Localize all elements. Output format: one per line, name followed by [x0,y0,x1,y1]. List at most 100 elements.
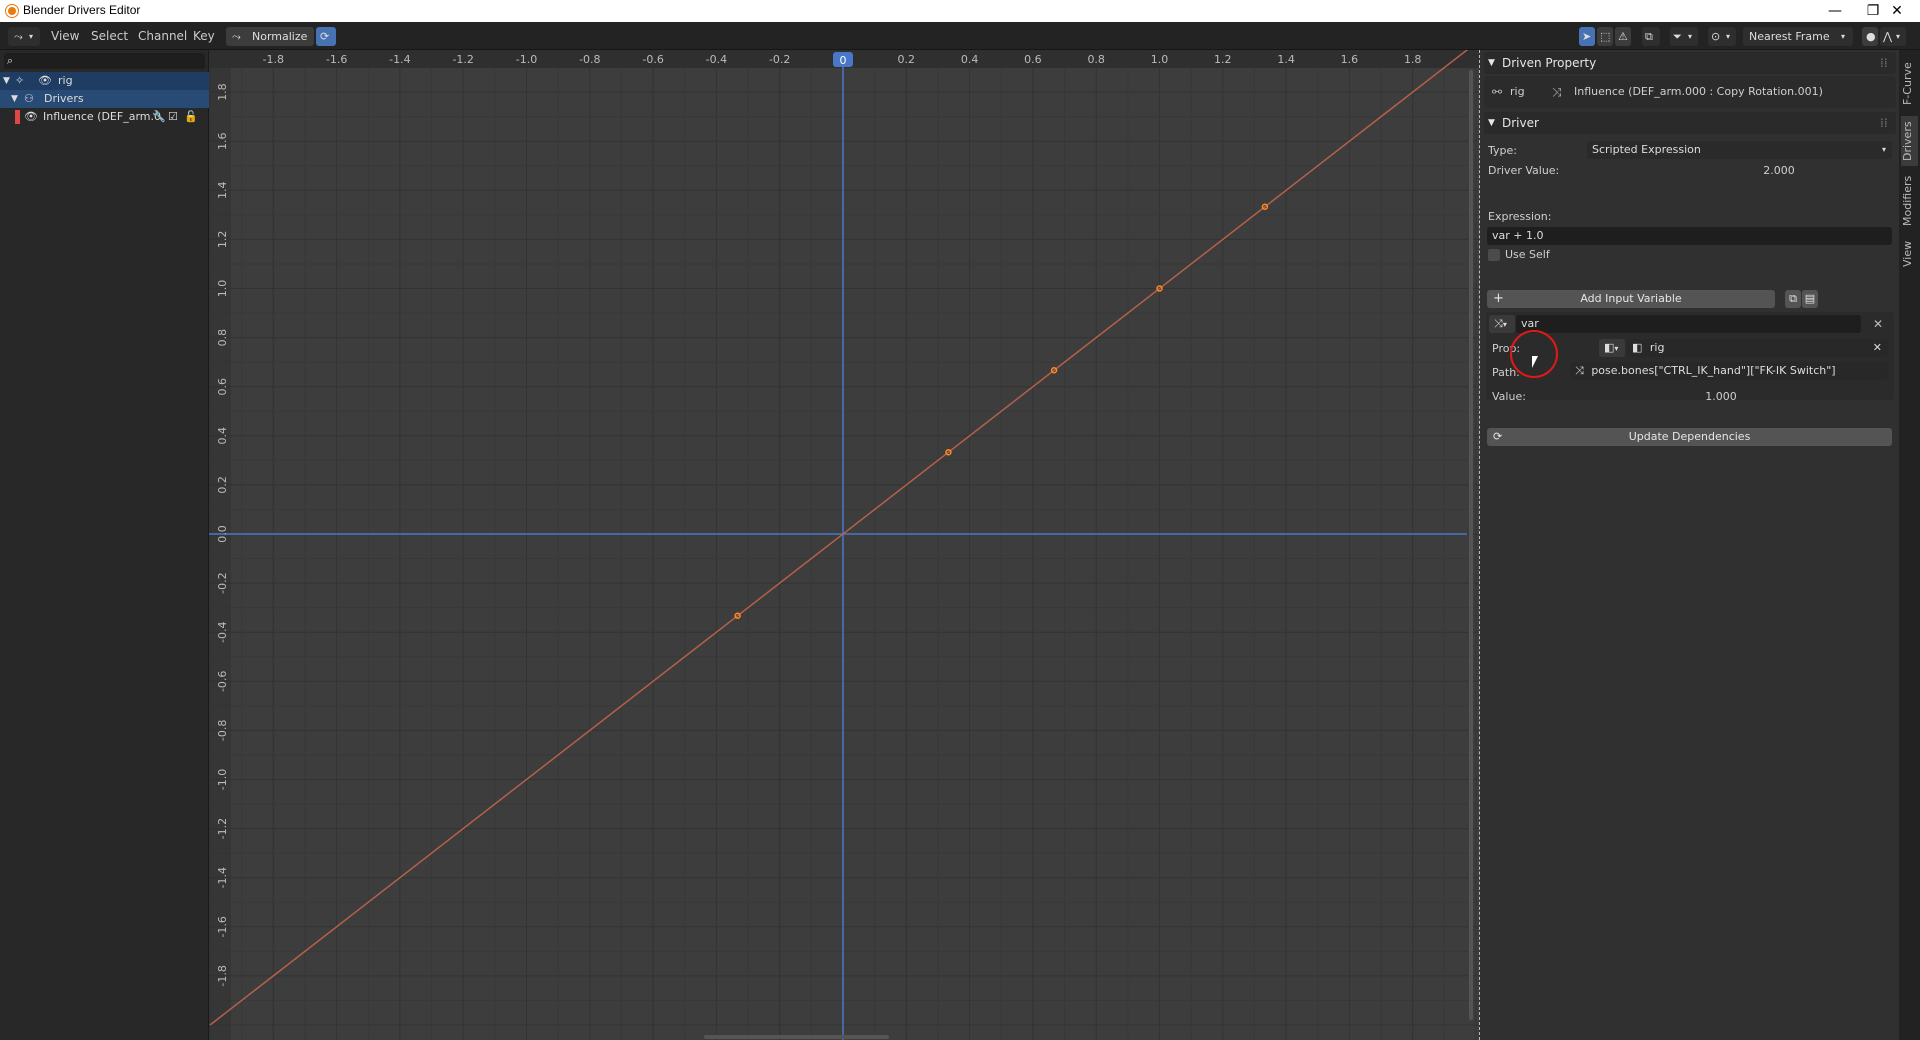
channel-label: rig [58,74,73,87]
update-dependencies-label: Update Dependencies [1628,430,1751,443]
filters-button[interactable]: ⏷ ▾ [1670,27,1698,46]
add-input-variable-button[interactable]: + Add Input Variable [1487,290,1775,308]
menu-view[interactable]: View [51,29,79,43]
x-tick-label: 0.2 [898,53,916,66]
normalize-label: Normalize [252,30,308,43]
channel-row-object[interactable]: ▼ ✧ 👁 rig [0,72,209,90]
y-tick-label: 0.0 [216,525,229,543]
create-ghost-curves-button[interactable]: ⧉ [1642,27,1660,46]
tab-drivers[interactable]: Drivers [1901,116,1918,166]
x-tick-label: 1.6 [1341,53,1359,66]
editor-type-button[interactable]: ⤳ ▾ [8,27,40,46]
id-type-select[interactable]: ◧▾ [1599,339,1625,357]
warning-icon: ⚠ [1618,30,1628,43]
tab-modifiers[interactable]: Modifiers [1901,170,1918,232]
y-tick-label: 1.8 [216,83,229,101]
falloff-select[interactable]: ⋀ ▾ [1880,27,1906,46]
rna-icon: ⤨ [1575,364,1584,377]
proportional-edit-toggle[interactable]: ● [1862,27,1878,46]
fcurve-graph[interactable]: -1.8 -1.6 -1.4 -1.2 -1.0 -0.8 -0.6 -0.4 -0.2 0.2 0… [209,50,1479,1040]
editor-header: ⤳ ▾ View Select Channel Key ⤳ Normalize … [0,22,1920,50]
expand-arrow-icon: ▼ [11,94,18,104]
driver-type-value: Scripted Expression [1592,143,1701,156]
pivot-point-button[interactable]: ⊙ ▾ [1708,27,1736,46]
click-indicator [1510,330,1558,378]
refresh-icon: ⟳ [320,30,330,43]
horizontal-scrollbar[interactable] [704,1035,889,1039]
graph-region[interactable]: -1.8 -1.6 -1.4 -1.2 -1.0 -0.8 -0.6 -0.4 -0.2 0.2 0… [209,50,1479,1040]
x-tick-label: 0.6 [1024,53,1042,66]
copy-variables-button[interactable]: ⧉ [1785,290,1801,308]
menu-channel[interactable]: Channel [138,29,187,43]
channel-search-input[interactable]: ⌕ [4,53,205,69]
driver-panel-header[interactable]: ▼ Driver ⁞⁞ [1484,112,1896,134]
show-hidden-toggle[interactable]: ⬚ [1597,27,1613,46]
x-tick-label: -1.6 [326,53,347,66]
current-frame-label: 0 [840,54,847,67]
search-icon: ⌕ [7,54,14,67]
chevron-down-icon: ▾ [1896,32,1901,41]
visibility-eye-icon: 👁 [38,74,52,87]
driver-type-select[interactable]: Scripted Expression ▾ [1587,141,1892,159]
y-tick-label: 1.4 [216,182,229,200]
paste-icon: ▤ [1804,292,1816,305]
y-tick-label: -1.8 [216,965,229,986]
menu-key[interactable]: Key [193,29,215,43]
add-input-variable-label: Add Input Variable [1580,292,1682,305]
tab-fcurve[interactable]: F-Curve [1901,56,1918,112]
y-ruler [209,68,231,1040]
channel-row-fcurve[interactable]: 👁 Influence (DEF_arm.0 🔧 ☑ 🔓 [0,108,209,126]
lock-icon[interactable]: 🔓 [184,108,198,126]
menu-select[interactable]: Select [91,29,128,43]
pivot-icon: ⊙ [1711,30,1721,43]
rna-path-input[interactable]: ⤨ pose.bones["CTRL_IK_hand"]["FK-IK Swit… [1570,362,1888,380]
expression-input[interactable]: var + 1.0 [1487,227,1892,245]
y-tick-label: -1.6 [216,916,229,937]
normalize-toggle[interactable]: ⤳ Normalize [226,27,314,46]
mouse-cursor-icon [1532,356,1538,368]
driven-property-panel-header[interactable]: ▼ Driven Property ⁞⁞ [1484,52,1896,74]
wrench-icon[interactable]: 🔧 [152,108,166,126]
use-self-label: Use Self [1505,248,1550,261]
vertical-scrollbar[interactable] [1469,70,1473,1020]
chevron-down-icon: ▾ [1688,32,1693,41]
clear-close-icon[interactable]: ✕ [1873,339,1882,357]
only-selected-toggle[interactable]: ➤ [1579,27,1595,46]
y-tick-label: -0.2 [216,572,229,593]
driver-value-label: Driver Value: [1488,164,1560,177]
window-titlebar: Blender Drivers Editor — ❐ ✕ [0,0,1920,22]
prop-id-select[interactable]: ◧ rig ✕ [1627,339,1888,357]
drag-handle-icon[interactable]: ⁞⁞ [1880,52,1888,74]
x-tick-label: -1.4 [389,53,410,66]
snap-mode-value: Nearest Frame [1749,30,1830,43]
remove-variable-close-icon[interactable]: ✕ [1873,318,1883,330]
y-tick-label: 1.2 [216,231,229,249]
checkbox-icon[interactable]: ☑ [168,108,178,126]
drag-handle-icon[interactable]: ⁞⁞ [1880,112,1888,134]
variable-type-select[interactable]: ⤨▾ [1489,315,1515,333]
x-tick-label: 1.8 [1404,53,1422,66]
use-self-checkbox[interactable] [1488,249,1500,261]
x-tick-label: 0.4 [961,53,979,66]
paste-variables-button[interactable]: ▤ [1802,290,1818,308]
tab-view[interactable]: View [1901,236,1918,272]
x-tick-label: -1.0 [516,53,537,66]
close-button[interactable]: ✕ [1874,0,1920,22]
auto-normalize-button[interactable]: ⟳ [316,27,336,46]
object-icon: ◧ [1632,341,1643,354]
x-tick-label: 1.2 [1214,53,1232,66]
only-errors-toggle[interactable]: ⚠ [1615,27,1631,46]
panel-collapse-arrow-icon: ▼ [1488,58,1495,68]
driver-value: 2.000 [1763,164,1795,177]
chevron-down-icon: ▾ [1614,344,1619,353]
update-dependencies-button[interactable]: ⟳ Update Dependencies [1487,428,1892,446]
snap-mode-select[interactable]: Nearest Frame ▾ [1743,27,1853,46]
rna-icon: ⤨ [1494,317,1503,330]
y-tick-label: 1.0 [216,280,229,298]
variable-name-input[interactable]: var [1516,315,1861,333]
panel-collapse-arrow-icon: ▼ [1488,118,1495,128]
panel-title: Driver [1502,116,1539,130]
channel-row-drivers[interactable]: ▼ ⚇ Drivers [0,90,209,108]
sidebar-tabs: F-Curve Drivers Modifiers View [1899,50,1920,1040]
visibility-eye-icon[interactable]: 👁 [24,108,38,126]
